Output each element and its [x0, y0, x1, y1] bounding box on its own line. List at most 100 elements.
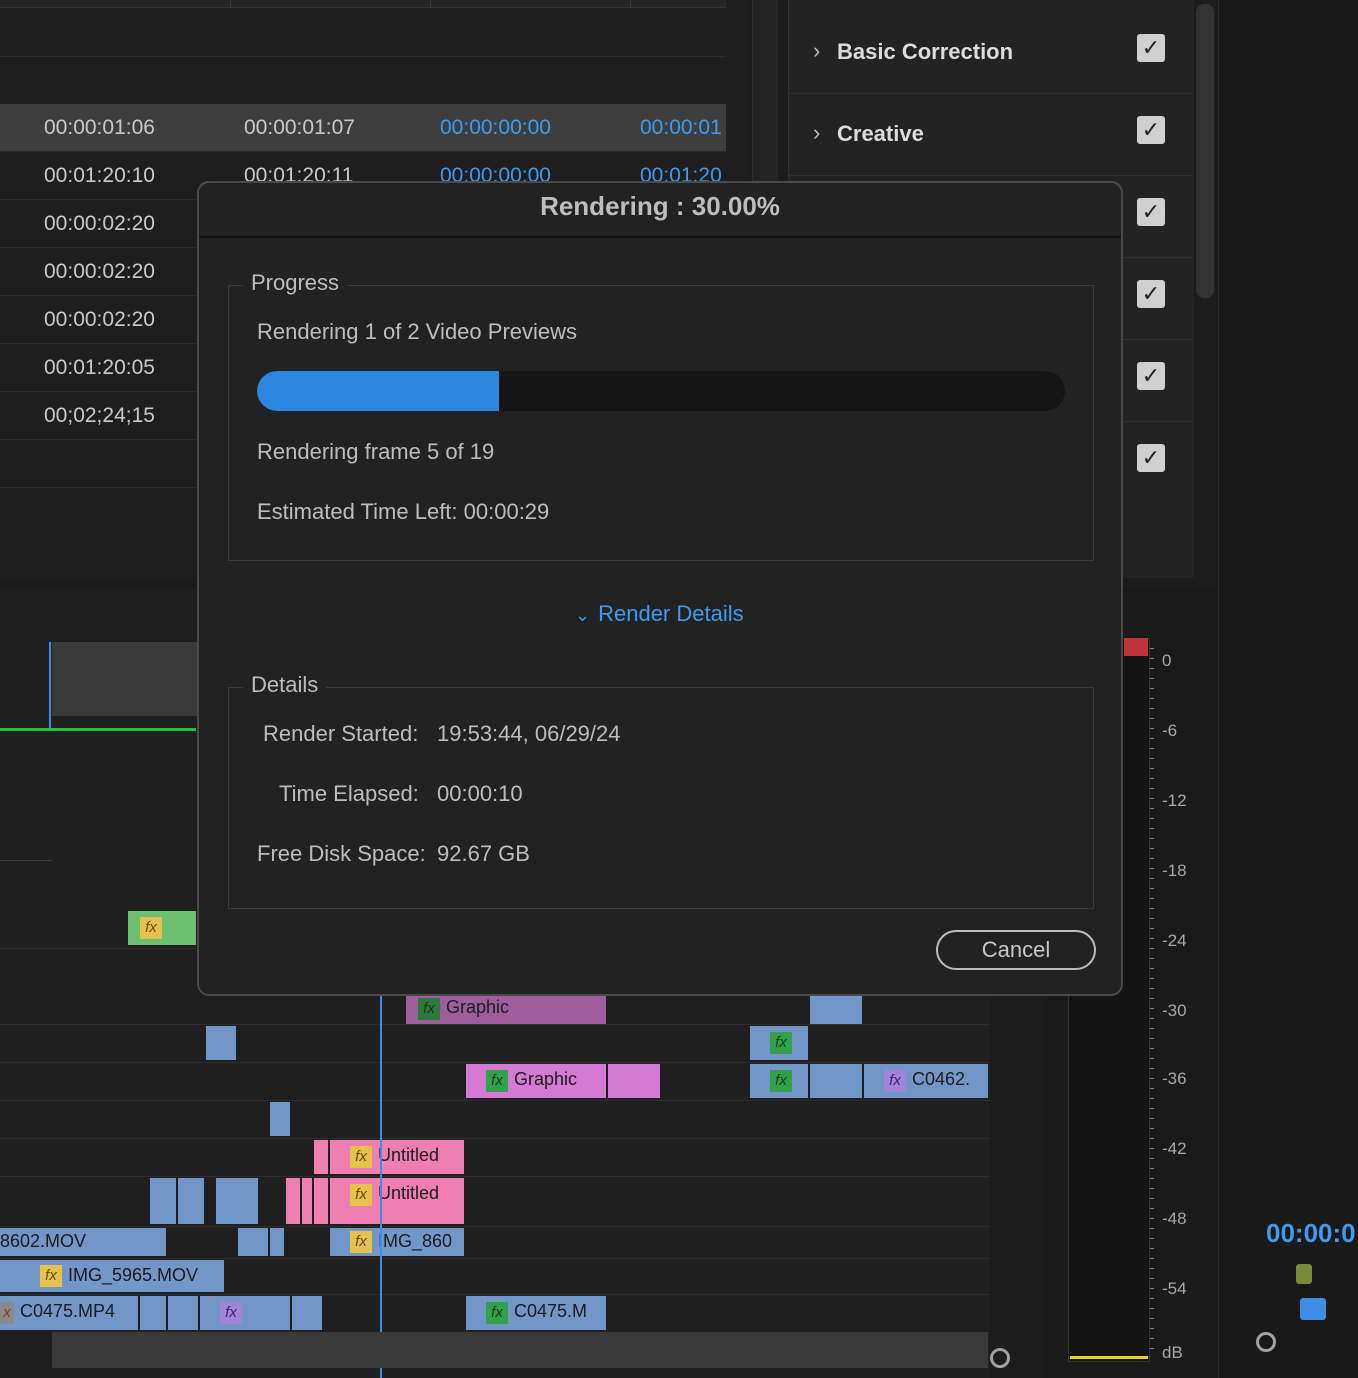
meter-label: -6	[1162, 721, 1178, 740]
timeline-clip[interactable]	[270, 1228, 284, 1256]
timeline-clip[interactable]	[286, 1178, 300, 1224]
timeline-clip[interactable]	[140, 1296, 166, 1330]
meter-tick	[1150, 978, 1154, 979]
timeline-clip[interactable]: fx	[128, 911, 196, 945]
meter-tick	[1150, 1218, 1154, 1219]
fx-icon: fx	[486, 1302, 508, 1324]
timeline-clip[interactable]	[178, 1178, 204, 1224]
in-point-cell: 00:00:02:20	[44, 212, 155, 235]
meter-tick	[1150, 648, 1154, 649]
timeline-clip[interactable]	[608, 1064, 660, 1098]
meter-tick	[1150, 688, 1154, 689]
scrollbar-thumb[interactable]	[1196, 4, 1214, 298]
peak-indicator[interactable]	[1124, 638, 1148, 656]
section-basic-correction[interactable]: › Basic Correction ✓	[789, 12, 1193, 94]
zoom-handle[interactable]	[990, 1348, 1010, 1368]
meter-tick	[1150, 1208, 1154, 1209]
meter-tick	[1150, 758, 1154, 759]
playhead-icon[interactable]	[1300, 1298, 1326, 1320]
track-line	[0, 1226, 990, 1227]
meter-tick	[1150, 1288, 1154, 1289]
enable-checkbox[interactable]: ✓	[1137, 34, 1165, 62]
meter-tick	[1150, 878, 1154, 879]
timeline-clip-img-860[interactable]: fx IMG_860	[330, 1228, 464, 1256]
timeline-clip-graphic[interactable]: fx Graphic	[466, 1064, 606, 1098]
track-line	[0, 1062, 990, 1063]
chevron-right-icon[interactable]: ›	[813, 120, 820, 146]
timeline-clip-untitled[interactable]: fx Untitled	[330, 1140, 464, 1174]
zoom-handle[interactable]	[1256, 1332, 1276, 1352]
meter-label: -18	[1162, 861, 1187, 880]
meter-tick	[1150, 1048, 1154, 1049]
timeline-clip[interactable]	[168, 1296, 198, 1330]
timeline-clip-c0475[interactable]: x C0475.MP4	[0, 1296, 138, 1330]
timeline-clip[interactable]	[810, 992, 862, 1024]
timeline-clip[interactable]	[810, 1064, 862, 1098]
meter-tick	[1150, 698, 1154, 699]
timeline-clip[interactable]	[150, 1178, 176, 1224]
meter-tick	[1150, 678, 1154, 679]
enable-checkbox[interactable]: ✓	[1137, 116, 1165, 144]
clip-label: Graphic	[514, 1069, 578, 1089]
timeline-clip[interactable]: fx	[200, 1296, 290, 1330]
program-timecode[interactable]: 00:00:0	[1266, 1218, 1356, 1249]
lumetri-scrollbar[interactable]	[1196, 0, 1216, 578]
timeline-clip-untitled[interactable]: fx Untitled	[330, 1178, 464, 1224]
meter-tick	[1150, 1138, 1154, 1139]
meter-tick	[1150, 1088, 1154, 1089]
chevron-right-icon[interactable]: ›	[813, 38, 820, 64]
meter-tick	[1150, 988, 1154, 989]
meter-tick	[1150, 1228, 1154, 1229]
table-header[interactable]	[0, 0, 726, 8]
timeline-clip-img-5965[interactable]: fx IMG_5965.MOV	[0, 1260, 224, 1292]
meter-tick	[1150, 1348, 1154, 1349]
timeline-clip-c0475-m[interactable]: fx C0475.M	[466, 1296, 606, 1330]
horizontal-scrollbar[interactable]	[52, 1332, 988, 1368]
meter-label: -48	[1162, 1209, 1187, 1228]
timeline-clip[interactable]: fx	[750, 1064, 808, 1098]
meter-tick	[1150, 898, 1154, 899]
clip-label: Untitled	[378, 1183, 440, 1203]
timeline-clip-c0462[interactable]: fx C0462.	[864, 1064, 988, 1098]
meter-tick	[1150, 958, 1154, 959]
media-start-cell[interactable]: 00:00:00:00	[440, 116, 551, 140]
fx-icon: fx	[884, 1070, 906, 1092]
timeline-clip[interactable]	[270, 1102, 290, 1136]
enable-checkbox[interactable]: ✓	[1137, 362, 1165, 390]
clip-label: IMG_5965.MOV	[68, 1265, 199, 1285]
timeline-clip[interactable]	[314, 1140, 328, 1174]
timeline-clip-8602[interactable]: 8602.MOV	[0, 1228, 166, 1256]
timeline-clip[interactable]	[216, 1178, 258, 1224]
meter-tick	[1150, 748, 1154, 749]
timeline-clip-graphic[interactable]: fx Graphic	[406, 992, 606, 1024]
fx-icon: x	[0, 1302, 14, 1324]
enable-checkbox[interactable]: ✓	[1137, 444, 1165, 472]
meter-tick	[1150, 908, 1154, 909]
enable-checkbox[interactable]: ✓	[1137, 198, 1165, 226]
progress-bar	[257, 371, 1065, 411]
fx-icon: fx	[350, 1146, 372, 1168]
timeline-clip[interactable]	[314, 1178, 328, 1224]
progress-fill	[257, 371, 500, 411]
timeline-clip[interactable]	[292, 1296, 322, 1330]
cancel-button[interactable]: Cancel	[936, 930, 1096, 970]
enable-checkbox[interactable]: ✓	[1137, 280, 1165, 308]
title-divider	[199, 236, 1121, 238]
meter-tick	[1150, 788, 1154, 789]
in-point-cell: 00:01:20:05	[44, 356, 155, 379]
table-row[interactable]: 00:00:01:06 00:00:01:07 00:00:00:00 00:0…	[0, 104, 726, 152]
timeline-clip[interactable]	[238, 1228, 268, 1256]
timeline-clip[interactable]: fx	[750, 1026, 808, 1060]
render-details-toggle[interactable]: ⌄ Render Details	[575, 601, 744, 627]
meter-tick	[1150, 718, 1154, 719]
media-end-cell[interactable]: 00:00:01	[640, 116, 726, 140]
meter-tick	[1150, 1338, 1154, 1339]
track-line	[0, 1100, 990, 1101]
section-creative[interactable]: › Creative ✓	[789, 94, 1193, 176]
timeline-clip[interactable]	[302, 1178, 312, 1224]
program-monitor-panel	[1218, 0, 1358, 1378]
timeline-clip[interactable]	[206, 1026, 236, 1060]
meter-tick	[1150, 948, 1154, 949]
time-ruler[interactable]	[52, 642, 202, 716]
section-label: Creative	[837, 121, 924, 146]
